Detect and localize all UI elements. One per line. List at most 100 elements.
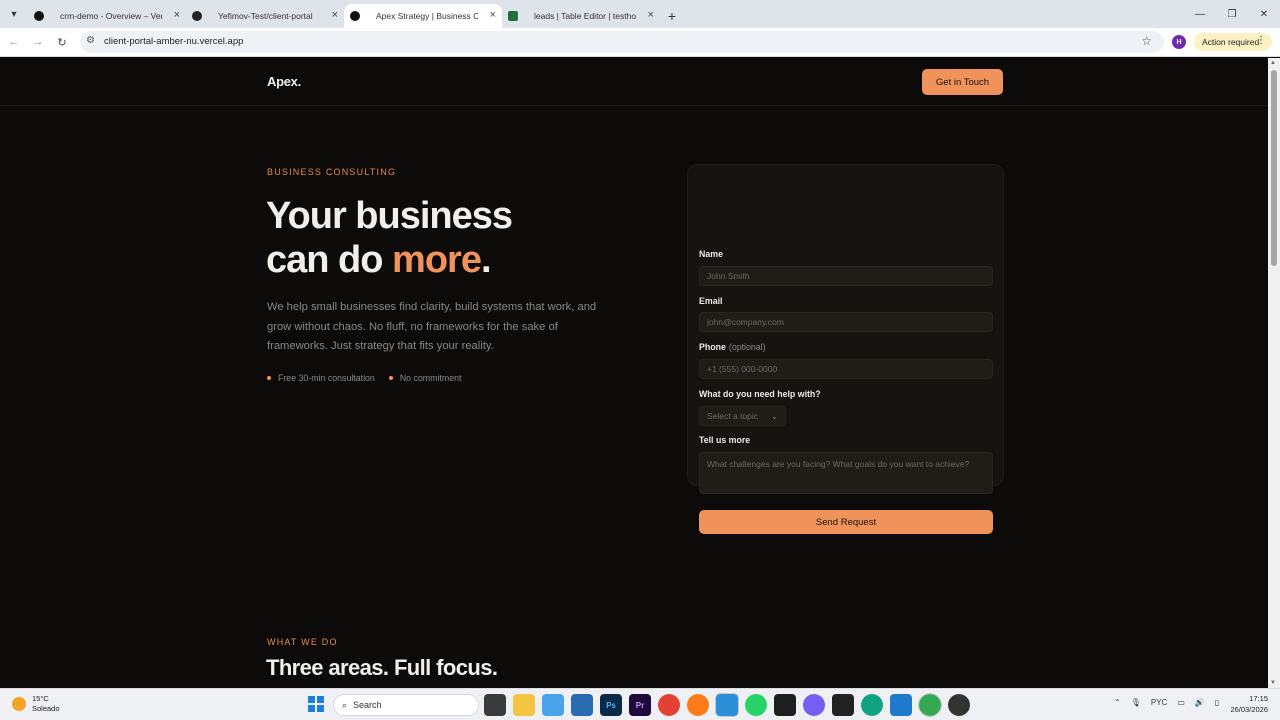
section-eyebrow: WHAT WE DO — [267, 637, 338, 647]
file-explorer-icon[interactable] — [513, 694, 535, 716]
tab-title: crm-demo - Overview – Vercel — [60, 11, 162, 21]
site-info-icon[interactable]: ⚙ — [86, 35, 95, 46]
phone-optional-hint: (optional) — [728, 342, 766, 352]
reload-icon[interactable]: ↻ — [54, 34, 70, 50]
hero-eyebrow: BUSINESS CONSULTING — [267, 167, 397, 177]
os-taskbar: 15°C Soleado ⌕ Search Ps Pr ⌃ 🎙 PYC ▭ 🔊 … — [0, 688, 1280, 720]
site-logo[interactable]: Apex. — [267, 74, 301, 89]
send-request-button[interactable]: Send Request — [699, 510, 993, 534]
new-tab-plus-icon[interactable]: + — [660, 4, 684, 28]
name-input[interactable] — [699, 266, 993, 286]
weather-widget[interactable]: 15°C Soleado — [12, 694, 60, 714]
scroll-down-icon[interactable]: ▼ — [1270, 680, 1276, 686]
bullet-text: Free 30-min consultation — [278, 373, 375, 383]
system-tray: ⌃ 🎙 PYC ▭ 🔊 ▯ — [1114, 698, 1219, 707]
battery-icon[interactable]: ▯ — [1215, 698, 1219, 707]
window-close-icon[interactable]: ✕ — [1248, 0, 1280, 28]
tab-crm-demo[interactable]: crm-demo - Overview – Vercel × — [28, 4, 186, 28]
message-label: Tell us more — [699, 435, 751, 445]
firefox-icon[interactable] — [687, 694, 709, 716]
vscode-icon[interactable] — [890, 694, 912, 716]
taskbar-search-label: Search — [353, 700, 382, 710]
weather-text: 15°C Soleado — [32, 694, 60, 714]
taskbar-search[interactable]: ⌕ Search — [333, 694, 479, 716]
tab-title: leads | Table Editor | testhooks — [534, 11, 636, 21]
clock-date: 26/03/2026 — [1230, 705, 1268, 714]
clock-time: 17:15 — [1249, 694, 1268, 703]
hero-lead: We help small businesses find clarity, b… — [267, 301, 597, 353]
topic-label: What do you need help with? — [699, 389, 821, 399]
email-input[interactable] — [699, 312, 993, 332]
headline-period: . — [480, 239, 492, 281]
supabase-icon — [508, 11, 518, 21]
volume-icon[interactable]: 🔊 — [1195, 698, 1205, 707]
github-icon — [192, 11, 202, 21]
email-label: Email — [699, 296, 723, 306]
action-required-button[interactable]: Action required ⋮ — [1194, 33, 1272, 51]
close-icon[interactable]: × — [332, 9, 338, 21]
terminal-icon[interactable] — [832, 694, 854, 716]
browser-tab-bar: ▾ crm-demo - Overview – Vercel × Yefimov… — [0, 0, 1280, 28]
app-icon[interactable] — [774, 694, 796, 716]
search-icon: ⌕ — [342, 699, 348, 710]
windows-start-icon[interactable] — [308, 696, 324, 712]
restore-icon[interactable]: ❐ — [1216, 0, 1248, 28]
language-indicator[interactable]: PYC — [1151, 698, 1167, 707]
task-view-icon[interactable] — [484, 694, 506, 716]
whatsapp-icon[interactable] — [745, 694, 767, 716]
photoshop-icon[interactable]: Ps — [600, 694, 622, 716]
bullet-dot-icon — [388, 376, 393, 380]
telegram-icon[interactable] — [715, 693, 739, 717]
message-textarea[interactable] — [699, 452, 993, 494]
forward-arrow-icon[interactable]: → — [30, 34, 46, 50]
hero-headline: Your business can do more. — [266, 194, 513, 282]
copilot-icon[interactable] — [542, 694, 564, 716]
hero-bullets: Free 30-min consultation No commitment — [267, 373, 461, 383]
tab-apex-strategy[interactable]: Apex Strategy | Business Consu × — [344, 4, 502, 28]
close-icon[interactable]: × — [648, 9, 654, 21]
system-clock[interactable]: 17:15 26/03/2026 — [1230, 693, 1268, 715]
chevron-up-icon[interactable]: ⌃ — [1114, 698, 1121, 707]
get-in-touch-button[interactable]: Get in Touch — [922, 69, 1003, 95]
phone-input[interactable] — [699, 359, 993, 379]
contact-form: Name Email Phone(optional) What do you n… — [687, 164, 1004, 534]
page-scrollbar[interactable]: ▲ ▼ — [1268, 58, 1280, 688]
chatgpt-icon[interactable] — [861, 694, 883, 716]
tab-github-client-portal[interactable]: Yefimov-Test/client-portal × — [186, 4, 344, 28]
bullet-dot-icon — [267, 376, 271, 380]
section-title: Three areas. Full focus. — [266, 655, 498, 680]
headline-line1: Your business — [266, 195, 513, 237]
weather-desc: Soleado — [32, 704, 60, 713]
scroll-up-icon[interactable]: ▲ — [1270, 60, 1276, 66]
tab-title: Yefimov-Test/client-portal — [218, 11, 313, 21]
bullet-item: No commitment — [388, 373, 461, 383]
premiere-icon[interactable]: Pr — [629, 694, 651, 716]
topic-select[interactable]: Select a topic ⌄ — [699, 406, 786, 426]
url-text[interactable]: client-portal-amber-nu.vercel.app — [104, 36, 243, 47]
close-icon[interactable]: × — [490, 9, 496, 21]
phone-label-text: Phone — [699, 342, 726, 352]
headline-accent: more — [392, 239, 482, 281]
profile-avatar[interactable]: H — [1172, 35, 1186, 49]
browser-address-bar: ← → ↻ ⚙ client-portal-amber-nu.vercel.ap… — [0, 28, 1280, 57]
bookmark-star-icon[interactable]: ☆ — [1141, 34, 1152, 48]
tab-leads-table-editor[interactable]: leads | Table Editor | testhooks × — [502, 4, 660, 28]
more-vert-icon: ⋮ — [1256, 35, 1266, 46]
chrome-profile-icon[interactable] — [918, 693, 942, 717]
weather-temp: 15°C — [32, 694, 49, 703]
name-label: Name — [699, 249, 723, 259]
site-header: Apex. Get in Touch — [0, 58, 1268, 106]
calculator-icon[interactable] — [571, 694, 593, 716]
omnibox[interactable]: ⚙ client-portal-amber-nu.vercel.app ☆ — [80, 31, 1164, 53]
tab-search-menu-icon[interactable]: ▾ — [0, 0, 28, 28]
back-arrow-icon[interactable]: ← — [6, 34, 22, 50]
chrome-icon[interactable] — [658, 694, 680, 716]
scrollbar-thumb[interactable] — [1271, 70, 1277, 266]
network-icon[interactable]: ▭ — [1177, 698, 1185, 707]
minimize-icon[interactable]: — — [1184, 0, 1216, 28]
viber-icon[interactable] — [803, 694, 825, 716]
github-desktop-icon[interactable] — [948, 694, 970, 716]
headline-line2: can do — [266, 239, 393, 281]
close-icon[interactable]: × — [174, 9, 180, 21]
microphone-icon[interactable]: 🎙 — [1131, 698, 1141, 707]
